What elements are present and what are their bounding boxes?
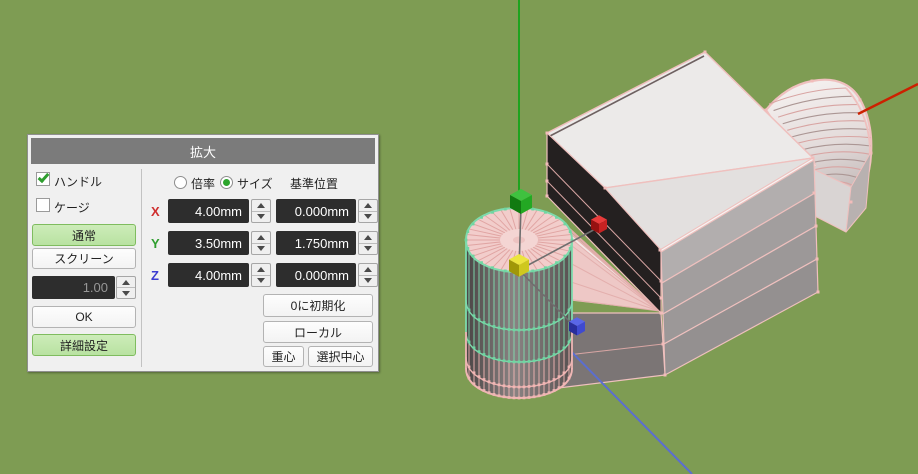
spin-down-icon[interactable] — [257, 246, 265, 252]
ratio-radio[interactable] — [174, 176, 187, 189]
selection-center-button[interactable]: 選択中心 — [308, 346, 373, 367]
axis-label: Z — [151, 268, 159, 283]
spin-down-icon[interactable] — [122, 290, 130, 296]
screen-mode-button[interactable]: スクリーン — [32, 248, 136, 269]
z-base-spinner[interactable] — [358, 263, 378, 287]
check-icon — [37, 170, 50, 184]
spin-up-icon[interactable] — [257, 202, 265, 208]
handle-checkbox-label: ハンドル — [54, 175, 103, 189]
dialog-titlebar[interactable]: 拡大 — [31, 138, 375, 164]
handle-checkbox[interactable] — [36, 170, 50, 186]
spin-up-icon[interactable] — [364, 234, 372, 240]
spin-up-icon[interactable] — [257, 234, 265, 240]
scale-value-spinner[interactable] — [116, 276, 136, 299]
selected-cylinder[interactable] — [464, 206, 574, 400]
y-size-input[interactable]: 3.50mm — [168, 231, 249, 255]
z-size-input[interactable]: 4.00mm — [168, 263, 249, 287]
axis-label: X — [151, 204, 160, 219]
cage-checkbox[interactable] — [36, 198, 50, 212]
centroid-button[interactable]: 重心 — [263, 346, 304, 367]
spin-up-icon[interactable] — [364, 266, 372, 272]
x-size-spinner[interactable] — [251, 199, 271, 223]
y-base-input[interactable]: 1.750mm — [276, 231, 356, 255]
spin-down-icon[interactable] — [257, 278, 265, 284]
spin-down-icon[interactable] — [364, 278, 372, 284]
x-base-input[interactable]: 0.000mm — [276, 199, 356, 223]
y-base-spinner[interactable] — [358, 231, 378, 255]
scale-value-input[interactable]: 1.00 — [32, 276, 115, 299]
base-position-label: 基準位置 — [290, 177, 339, 191]
x-base-spinner[interactable] — [358, 199, 378, 223]
spin-up-icon[interactable] — [257, 266, 265, 272]
size-radio-label[interactable]: サイズ — [237, 175, 273, 192]
scale-dialog: 拡大 ハンドル ケージ 通常 スクリーン 1.00 OK 詳細設定 倍率 サイズ… — [27, 134, 379, 372]
ratio-radio-label[interactable]: 倍率 — [191, 175, 215, 192]
z-base-input[interactable]: 0.000mm — [276, 263, 356, 287]
spin-down-icon[interactable] — [257, 214, 265, 220]
cage-checkbox-label: ケージ — [54, 201, 90, 215]
dialog-title: 拡大 — [189, 144, 216, 160]
normal-mode-button[interactable]: 通常 — [32, 224, 136, 246]
size-radio[interactable] — [220, 176, 233, 189]
axis-label: Y — [151, 236, 160, 251]
spin-up-icon[interactable] — [122, 279, 130, 285]
spin-up-icon[interactable] — [364, 202, 372, 208]
local-button[interactable]: ローカル — [263, 321, 373, 343]
x-size-input[interactable]: 4.00mm — [168, 199, 249, 223]
spin-down-icon[interactable] — [364, 214, 372, 220]
init-zero-button[interactable]: 0に初期化 — [263, 294, 373, 317]
ok-button[interactable]: OK — [32, 306, 136, 328]
divider — [141, 169, 142, 367]
z-size-spinner[interactable] — [251, 263, 271, 287]
spin-down-icon[interactable] — [364, 246, 372, 252]
advanced-settings-button[interactable]: 詳細設定 — [32, 334, 136, 356]
y-size-spinner[interactable] — [251, 231, 271, 255]
